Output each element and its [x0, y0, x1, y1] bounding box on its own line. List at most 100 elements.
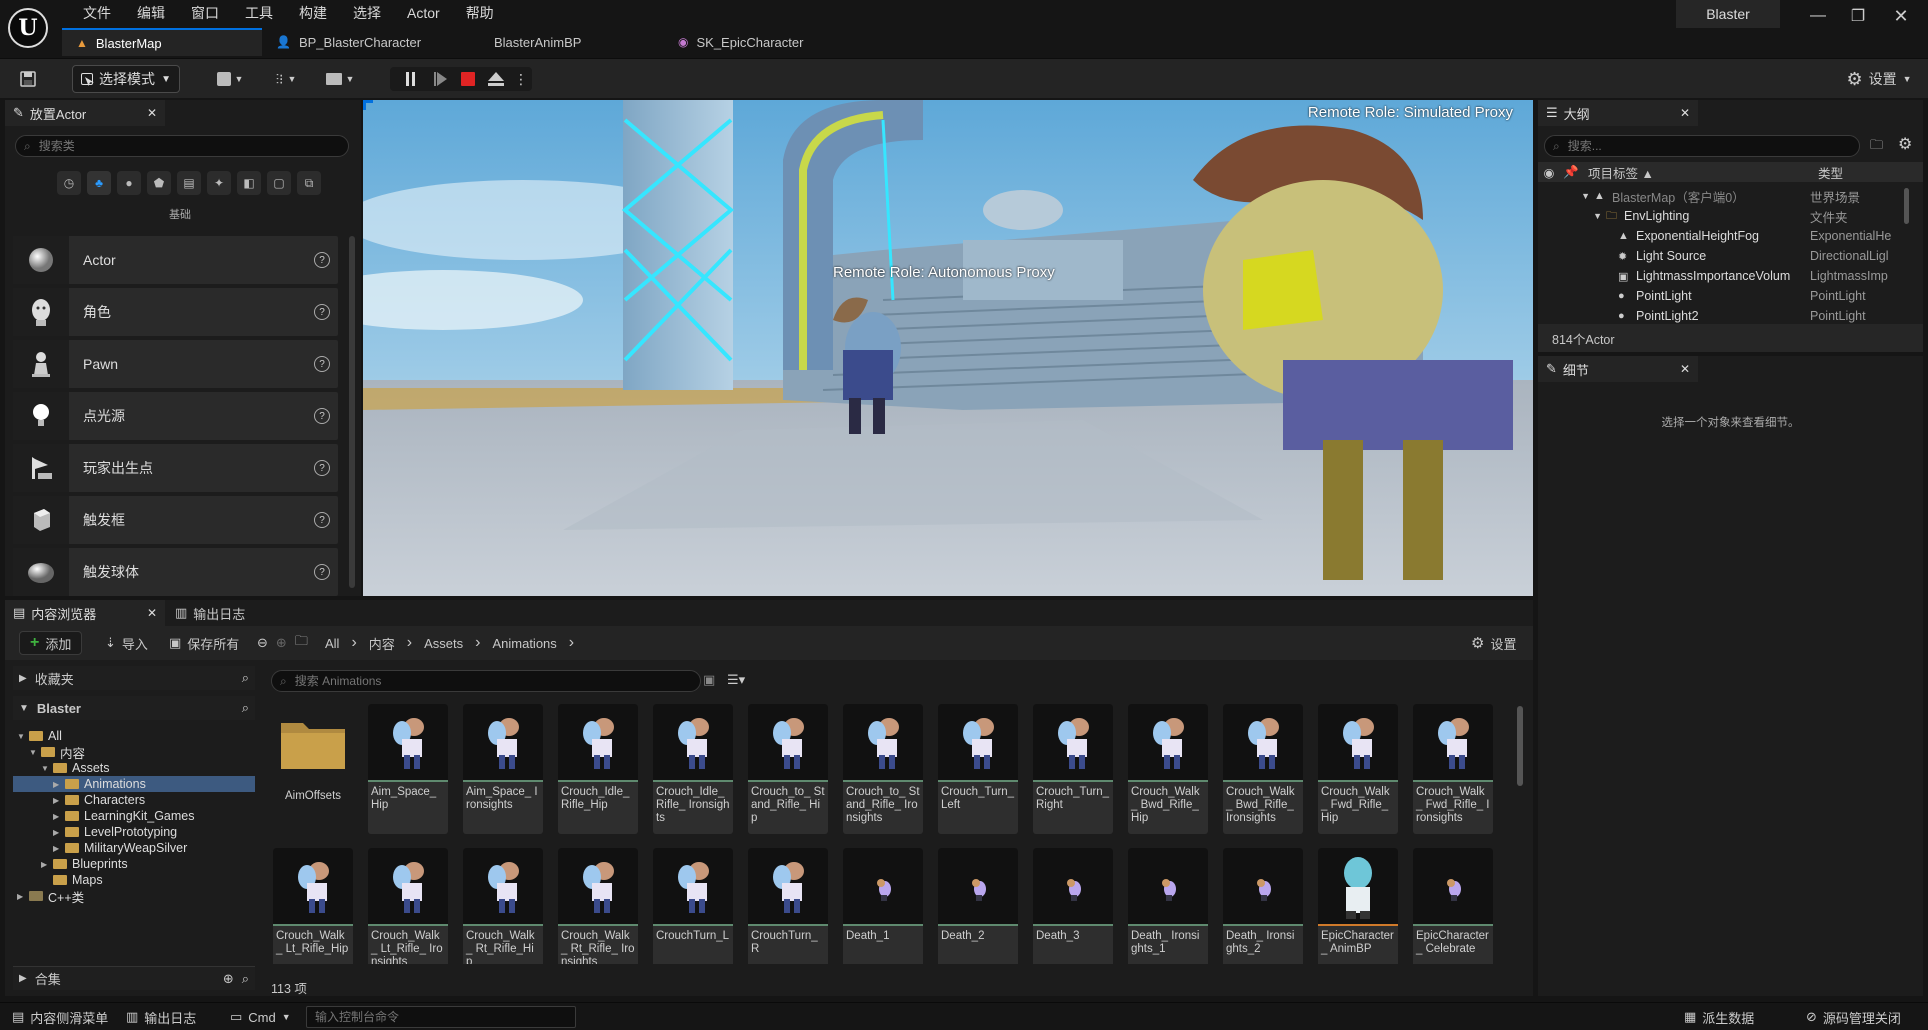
output-log-button[interactable]: ▥ 输出日志 [126, 1006, 196, 1028]
asset-search-input[interactable] [294, 674, 692, 688]
doc-tab-3[interactable]: ◉ SK_EpicCharacter [664, 28, 824, 56]
chevron-right-icon[interactable]: › [569, 634, 574, 652]
asset-scrollbar[interactable] [1517, 706, 1523, 786]
place-item-4[interactable]: 玩家出生点? [13, 444, 338, 492]
cb-settings-button[interactable]: ⚙ 设置 [1471, 631, 1516, 655]
chevron-right-icon[interactable]: ▶ [53, 796, 65, 805]
outliner-tab[interactable]: ☰ 大纲 ✕ [1538, 100, 1698, 126]
menu-item-7[interactable]: 帮助 [453, 3, 507, 23]
asset-tile[interactable]: Crouch_Idle_ Rifle_Hip [558, 704, 638, 834]
outliner-row[interactable]: ✹ Light Source DirectionalLigl [1538, 246, 1913, 266]
place-item-5[interactable]: 触发框? [13, 496, 338, 544]
asset-tile[interactable]: Crouch_to_ Stand_Rifle_ Hip [748, 704, 828, 834]
cmd-dropdown[interactable]: ▭ Cmd ▼ [230, 1006, 291, 1028]
import-button[interactable]: ⇣ 导入 [105, 631, 148, 655]
unreal-logo[interactable]: U [8, 8, 48, 48]
menu-item-0[interactable]: 文件 [70, 3, 124, 23]
geometry-category-icon[interactable]: ◧ [237, 171, 261, 195]
close-icon[interactable]: ✕ [1680, 106, 1690, 120]
volumes-category-icon[interactable]: ▢ [267, 171, 291, 195]
outliner-row[interactable]: ▼ 🗀 EnvLighting 文件夹 [1538, 206, 1913, 226]
restore-icon[interactable]: ❐ [1843, 4, 1873, 28]
breadcrumb-item-3[interactable]: Animations [492, 636, 556, 651]
menu-item-4[interactable]: 构建 [286, 3, 340, 23]
cinematics-menu-button[interactable]: ▼ [320, 65, 360, 93]
gear-icon[interactable]: ⚙ [1898, 134, 1912, 154]
outliner-row[interactable]: ▣ LightmassImportanceVolum LightmassImp [1538, 266, 1913, 286]
menu-item-2[interactable]: 窗口 [178, 3, 232, 23]
chevron-right-icon[interactable]: ▶ [53, 812, 65, 821]
frame-skip-icon[interactable] [428, 65, 452, 93]
column-label-header[interactable]: 项目标签 ▲ [1588, 163, 1812, 182]
column-type-header[interactable]: 类型 [1818, 163, 1843, 182]
asset-tile[interactable]: Crouch_Walk_ Bwd_Rifle_ Ironsights [1223, 704, 1303, 834]
place-item-6[interactable]: 触发球体? [13, 548, 338, 596]
add-button[interactable]: + 添加 [19, 631, 83, 655]
asset-tile[interactable]: Aim_Space_ Hip [368, 704, 448, 834]
close-icon[interactable]: ✕ [147, 606, 157, 620]
add-actor-button[interactable]: ▼ [210, 65, 250, 93]
project-header[interactable]: ▼ Blaster ⌕ [13, 696, 255, 720]
outliner-row[interactable]: ▲ ExponentialHeightFog ExponentialHe [1538, 226, 1913, 246]
level-viewport[interactable]: Remote Role: Simulated Proxy Remote Role… [363, 100, 1533, 596]
lights-category-icon[interactable]: ● [117, 171, 141, 195]
eject-icon[interactable] [484, 65, 508, 93]
place-item-1[interactable]: 角色? [13, 288, 338, 336]
back-icon[interactable]: ⊖ [257, 635, 268, 651]
outliner-scrollbar[interactable] [1904, 188, 1909, 224]
place-actors-tab[interactable]: ✎ 放置Actor ✕ [5, 100, 165, 126]
outliner-row[interactable]: ● PointLight PointLight [1538, 286, 1913, 306]
help-icon[interactable]: ? [314, 252, 330, 268]
minimize-icon[interactable]: — [1803, 4, 1833, 28]
tree-item-1[interactable]: ▼ 内容 [13, 744, 255, 761]
asset-tile[interactable]: CrouchTurn_R [748, 848, 828, 964]
derived-data-button[interactable]: ▦ 派生数据 [1684, 1006, 1754, 1028]
doc-tab-0[interactable]: ▲ BlasterMap [62, 28, 262, 56]
chevron-down-icon[interactable]: ▼ [17, 732, 29, 741]
asset-tile[interactable]: Crouch_Turn_ Left [938, 704, 1018, 834]
stop-icon[interactable] [456, 65, 480, 93]
eye-icon[interactable]: ◉ [1538, 165, 1560, 180]
tree-item-8[interactable]: ▶ Blueprints [13, 856, 255, 872]
filter-icon[interactable]: ☰▾ [727, 672, 745, 688]
close-icon[interactable]: ✕ [147, 106, 157, 120]
search-icon[interactable]: ⌕ [242, 670, 249, 686]
search-icon[interactable]: ⌕ [242, 700, 249, 716]
tree-item-7[interactable]: ▶ MilitaryWeapSilver [13, 840, 255, 856]
basic-category-icon[interactable]: ♣ [87, 171, 111, 195]
settings-button[interactable]: ⚙ 设置 ▼ [1838, 65, 1920, 93]
save-search-icon[interactable]: ▣ [703, 672, 715, 688]
source-control-button[interactable]: ⊘ 源码管理关闭 [1806, 1006, 1901, 1028]
asset-tile[interactable]: Death_2 [938, 848, 1018, 964]
asset-tile[interactable]: Crouch_Walk_ Rt_Rifle_ Ironsights [558, 848, 638, 964]
menu-item-1[interactable]: 编辑 [124, 3, 178, 23]
asset-tile[interactable]: Crouch_Walk_ Lt_Rifle_ Ironsights [368, 848, 448, 964]
tree-item-5[interactable]: ▶ LearningKit_Games [13, 808, 255, 824]
details-tab[interactable]: ✎ 细节 ✕ [1538, 356, 1698, 382]
outliner-search[interactable]: ⌕ [1544, 135, 1860, 157]
asset-tile[interactable]: Crouch_Turn_ Right [1033, 704, 1113, 834]
chevron-right-icon[interactable]: ▶ [53, 780, 65, 789]
shapes-category-icon[interactable]: ⬟ [147, 171, 171, 195]
close-icon[interactable]: ✕ [1680, 362, 1690, 376]
breadcrumb-item-2[interactable]: Assets [424, 636, 463, 651]
help-icon[interactable]: ? [314, 564, 330, 580]
asset-tile[interactable]: Crouch_Walk_ Lt_Rifle_Hip [273, 848, 353, 964]
forward-icon[interactable]: ⊕ [276, 635, 287, 651]
menu-item-6[interactable]: Actor [394, 5, 453, 21]
asset-tile[interactable]: Death_ Ironsights_2 [1223, 848, 1303, 964]
content-drawer-button[interactable]: ▤ 内容侧滑菜单 [12, 1006, 108, 1028]
chevron-down-icon[interactable]: ▼ [41, 764, 53, 773]
new-folder-icon[interactable]: 🗀 [1870, 136, 1883, 158]
save-icon[interactable] [16, 65, 40, 93]
pause-icon[interactable] [398, 65, 422, 93]
tree-item-4[interactable]: ▶ Characters [13, 792, 255, 808]
tree-item-6[interactable]: ▶ LevelPrototyping [13, 824, 255, 840]
help-icon[interactable]: ? [314, 460, 330, 476]
breadcrumb-item-0[interactable]: All [325, 636, 339, 651]
doc-tab-1[interactable]: 👤 BP_BlasterCharacter [262, 28, 472, 56]
asset-tile[interactable]: Death_ Ironsights_1 [1128, 848, 1208, 964]
asset-tile[interactable]: Death_1 [843, 848, 923, 964]
tree-item-2[interactable]: ▼ Assets [13, 760, 255, 776]
help-icon[interactable]: ? [314, 512, 330, 528]
